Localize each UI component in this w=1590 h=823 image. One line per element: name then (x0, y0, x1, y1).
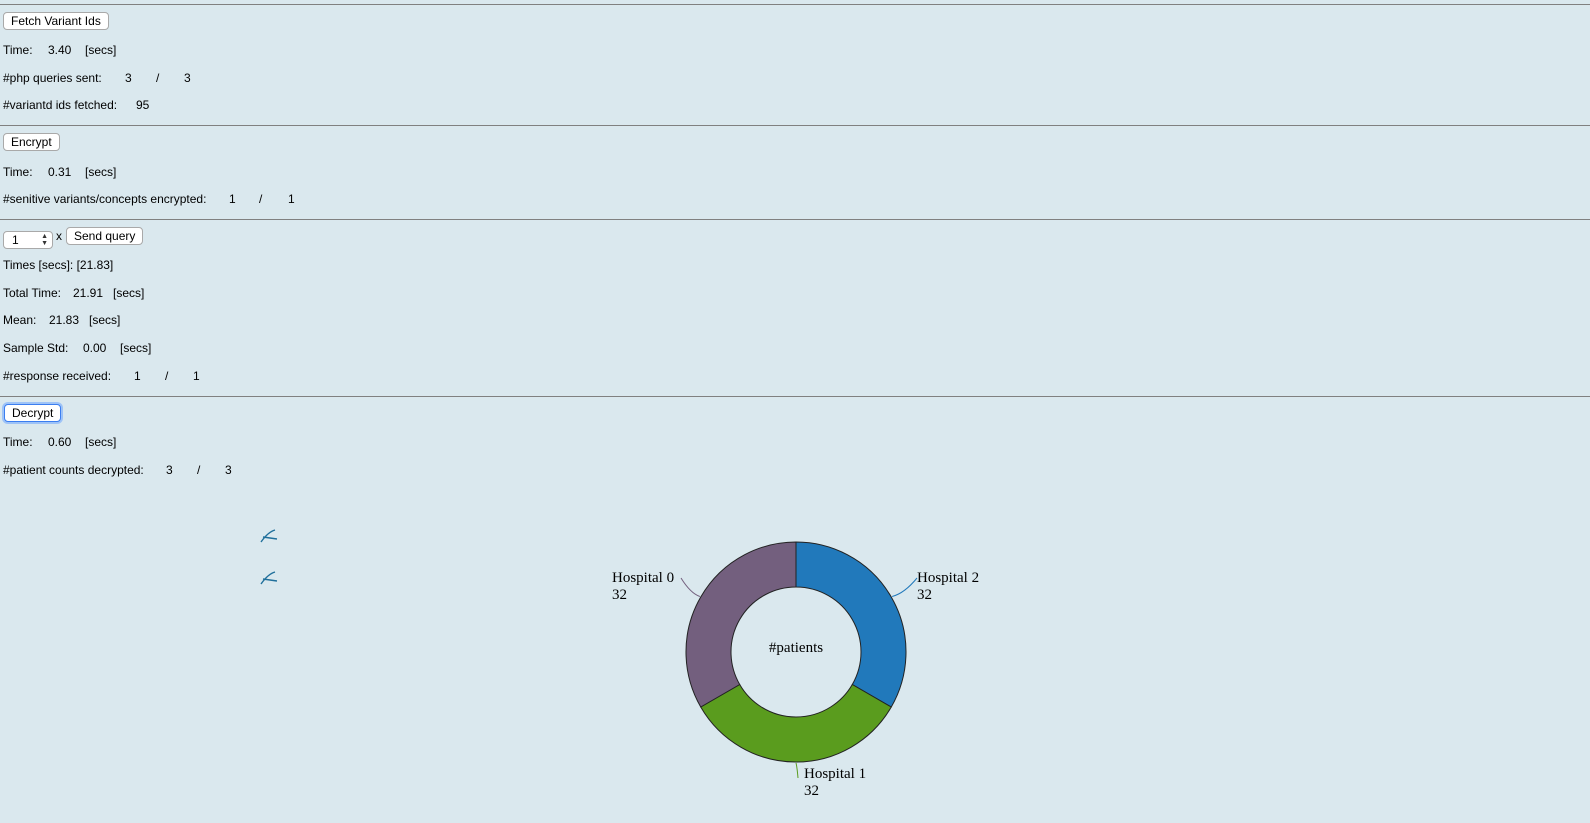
pie-label-value: 32 (612, 587, 627, 603)
chart-title: #patients (769, 640, 823, 656)
pie-leader-line (680, 577, 701, 597)
pie-label-value: 32 (917, 587, 932, 603)
pie-leader-line (795, 762, 799, 779)
pie-slice-hospital-0 (685, 541, 797, 708)
pie-slice-hospital-1 (700, 683, 892, 763)
pie-leader-line (892, 577, 918, 597)
pie-label-value: 32 (804, 783, 819, 799)
pie-label-name: Hospital 1 (804, 766, 866, 782)
pie-slice-hospital-2 (795, 541, 907, 708)
pie-label-name: Hospital 0 (612, 570, 674, 586)
pie-label-name: Hospital 2 (917, 570, 979, 586)
donut-chart: Hospital 232Hospital 132Hospital 032 #pa… (612, 541, 979, 799)
